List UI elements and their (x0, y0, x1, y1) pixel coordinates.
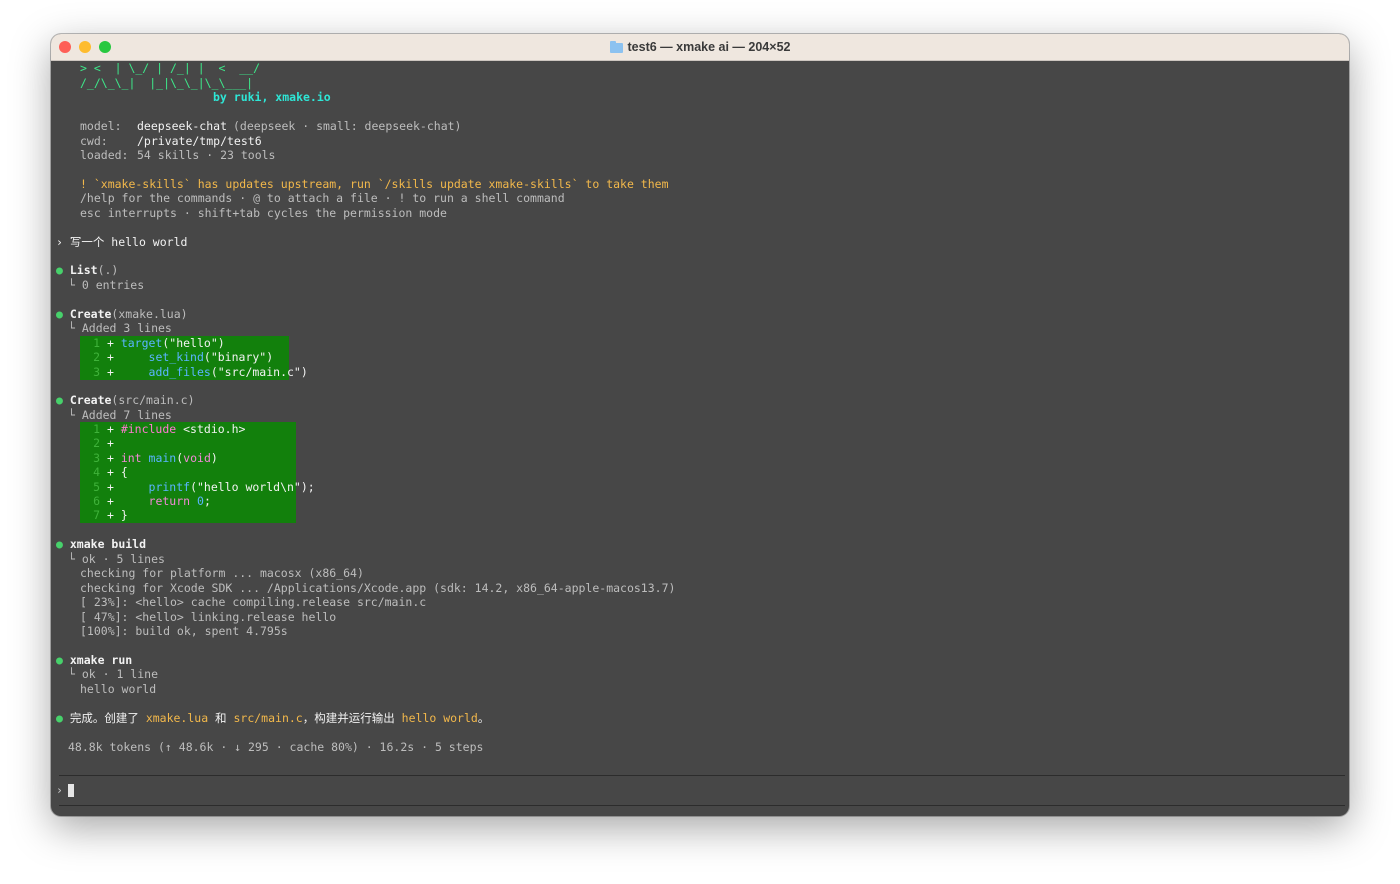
diff-line: 4 + { (93, 465, 128, 480)
window-title-text: test6 — xmake ai — 204×52 (627, 40, 791, 54)
token-stats: 48.8k tokens (↑ 48.6k · ↓ 295 · cache 80… (68, 740, 484, 754)
banner-art-line-2: /_/\_\_| |_|\_\_|\_\___| (80, 76, 254, 90)
diff-line: 5 + printf("hello world\n"); (93, 479, 315, 494)
diff-line: 3 + int main(void) (93, 450, 218, 465)
help-line-2: esc interrupts · shift+tab cycles the pe… (80, 206, 447, 220)
model-label: model: (80, 119, 122, 133)
status-dot-icon: ● (56, 711, 63, 725)
run-output-line: hello world (80, 682, 157, 696)
step-xmake-run: ● xmake run (56, 653, 133, 667)
user-prompt: › 写一个 hello world (56, 235, 188, 249)
step-create-xmake-lua-result: └ Added 3 lines (68, 321, 172, 335)
build-output-line: [ 47%]: <hello> linking.release hello (80, 610, 337, 624)
step-create-xmake-lua: ● Create(xmake.lua) (56, 307, 188, 321)
build-output-line: checking for Xcode SDK ... /Applications… (80, 581, 676, 595)
status-dot-icon: ● (56, 263, 63, 277)
terminal-content[interactable]: > < | \_/ | /_| | < __/ /_/\_\_| |_|\_\_… (51, 61, 1349, 816)
folder-icon (609, 40, 623, 53)
build-output-line: [ 23%]: <hello> cache compiling.release … (80, 595, 427, 609)
diff-line: 7 + } (93, 508, 128, 523)
help-line-1: /help for the commands · @ to attach a f… (80, 191, 565, 205)
summary-line: ● 完成。创建了 xmake.lua 和 src/main.c，构建并运行输出 … (56, 711, 490, 725)
model-value: deepseek-chat (137, 119, 228, 133)
input-top-divider (59, 775, 1345, 776)
input-cursor[interactable] (68, 784, 74, 797)
cwd-label: cwd: (80, 134, 108, 148)
build-output-line: checking for platform ... macosx (x86_64… (80, 566, 364, 580)
banner-art-line-1: > < | \_/ | /_| | < __/ (80, 61, 261, 75)
input-bottom-divider (59, 805, 1345, 806)
status-dot-icon: ● (56, 537, 63, 551)
window-title: test6 — xmake ai — 204×52 (51, 34, 1349, 60)
diff-line: 2 + (93, 436, 114, 451)
status-dot-icon: ● (56, 653, 63, 667)
diff-line: 2 + set_kind("binary") (93, 350, 274, 365)
step-list-result: └ 0 entries (68, 278, 145, 292)
step-list: ● List(.) (56, 263, 119, 277)
diff-line: 1 + #include <stdio.h> (93, 422, 246, 436)
step-create-main-c-result: └ Added 7 lines (68, 408, 172, 422)
build-output-line: [100%]: build ok, spent 4.795s (80, 624, 288, 638)
loaded-value: 54 skills · 23 tools (137, 148, 276, 162)
step-create-main-c: ● Create(src/main.c) (56, 393, 195, 407)
terminal-window: test6 — xmake ai — 204×52 > < | \_/ | /_… (51, 34, 1349, 816)
diff-line: 6 + return 0; (93, 494, 211, 508)
diff-line: 1 + target("hello") (93, 336, 225, 350)
model-detail: (deepseek · small: deepseek-chat) (233, 119, 462, 133)
step-xmake-run-result: └ ok · 1 line (68, 667, 159, 681)
banner-byline: by ruki, xmake.io (213, 90, 331, 104)
status-dot-icon: ● (56, 393, 63, 407)
status-dot-icon: ● (56, 307, 63, 321)
loaded-label: loaded: (80, 148, 129, 162)
diff-block-main-c: 1 + #include <stdio.h> 2 + 3 + int main(… (80, 422, 315, 523)
title-bar: test6 — xmake ai — 204×52 (51, 34, 1349, 61)
cwd-value: /private/tmp/test6 (137, 134, 262, 148)
diff-line: 3 + add_files("src/main.c") (93, 364, 308, 379)
input-prompt-char: › (56, 783, 63, 797)
step-xmake-build: ● xmake build (56, 537, 147, 551)
step-xmake-build-result: └ ok · 5 lines (68, 552, 165, 566)
update-notice: ! `xmake-skills` has updates upstream, r… (80, 177, 669, 191)
diff-block-xmake-lua: 1 + target("hello") 2 + set_kind("binary… (80, 336, 308, 380)
